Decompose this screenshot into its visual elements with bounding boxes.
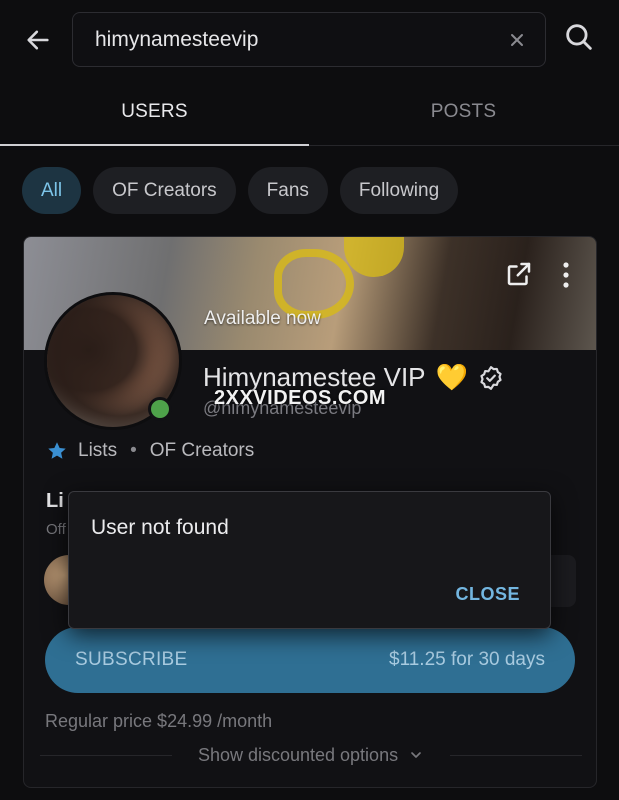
search-field[interactable] xyxy=(72,12,546,67)
subscribe-price: $11.25 for 30 days xyxy=(389,649,545,670)
dialog-close-button[interactable]: CLOSE xyxy=(455,584,520,605)
chip-following[interactable]: Following xyxy=(339,167,459,214)
subscribe-label: SUBSCRIBE xyxy=(75,649,188,670)
filter-chips: All OF Creators Fans Following xyxy=(22,167,459,214)
top-bar xyxy=(0,0,619,78)
divider-right xyxy=(450,754,583,756)
chip-of-creators[interactable]: OF Creators xyxy=(93,167,236,214)
lists-row[interactable]: Lists • OF Creators xyxy=(46,440,254,462)
error-dialog: User not found CLOSE xyxy=(68,491,551,629)
chevron-down-icon xyxy=(411,752,421,758)
verified-icon xyxy=(480,365,502,390)
dialog-message: User not found xyxy=(91,516,229,539)
close-icon xyxy=(511,34,523,46)
tab-users-label: USERS xyxy=(121,101,188,122)
result-tabs: USERS POSTS xyxy=(0,78,619,146)
more-options-button[interactable] xyxy=(556,259,576,291)
back-button[interactable] xyxy=(18,22,58,58)
chip-fans[interactable]: Fans xyxy=(247,167,328,214)
arrow-left-icon xyxy=(27,30,49,50)
clear-search-button[interactable] xyxy=(505,28,529,52)
separator-dot: • xyxy=(130,440,137,461)
search-icon xyxy=(566,24,592,50)
tab-posts[interactable]: POSTS xyxy=(309,78,618,146)
more-vertical-icon xyxy=(563,262,569,288)
section-title: Li xyxy=(46,490,64,512)
search-button[interactable] xyxy=(562,20,600,58)
discount-label: Show discounted options xyxy=(197,744,399,765)
regular-price: Regular price $24.99 /month xyxy=(45,711,273,731)
star-icon xyxy=(48,442,66,459)
discount-options-row: Show discounted options xyxy=(24,740,596,770)
show-discounted-options-button[interactable]: Show discounted options xyxy=(198,745,424,766)
tab-posts-label: POSTS xyxy=(430,101,497,122)
watermark: 2XXVIDEOS.COM xyxy=(214,387,387,409)
share-button[interactable] xyxy=(504,259,536,291)
active-tab-indicator xyxy=(0,144,309,146)
tab-users[interactable]: USERS xyxy=(0,78,309,146)
banner-image-detail-2 xyxy=(344,237,404,277)
heart-icon: 💛 xyxy=(435,362,468,392)
online-indicator xyxy=(148,397,172,421)
chip-all[interactable]: All xyxy=(22,167,82,214)
lists-category: OF Creators xyxy=(149,440,255,461)
lists-label: Lists xyxy=(78,440,118,461)
availability-status: Available now xyxy=(204,308,321,329)
subscribe-button[interactable]: SUBSCRIBE $11.25 for 30 days xyxy=(45,627,575,693)
share-icon xyxy=(507,262,531,286)
section-subtitle: Off xyxy=(46,521,66,538)
divider-left xyxy=(40,754,172,756)
search-input[interactable] xyxy=(95,27,475,52)
